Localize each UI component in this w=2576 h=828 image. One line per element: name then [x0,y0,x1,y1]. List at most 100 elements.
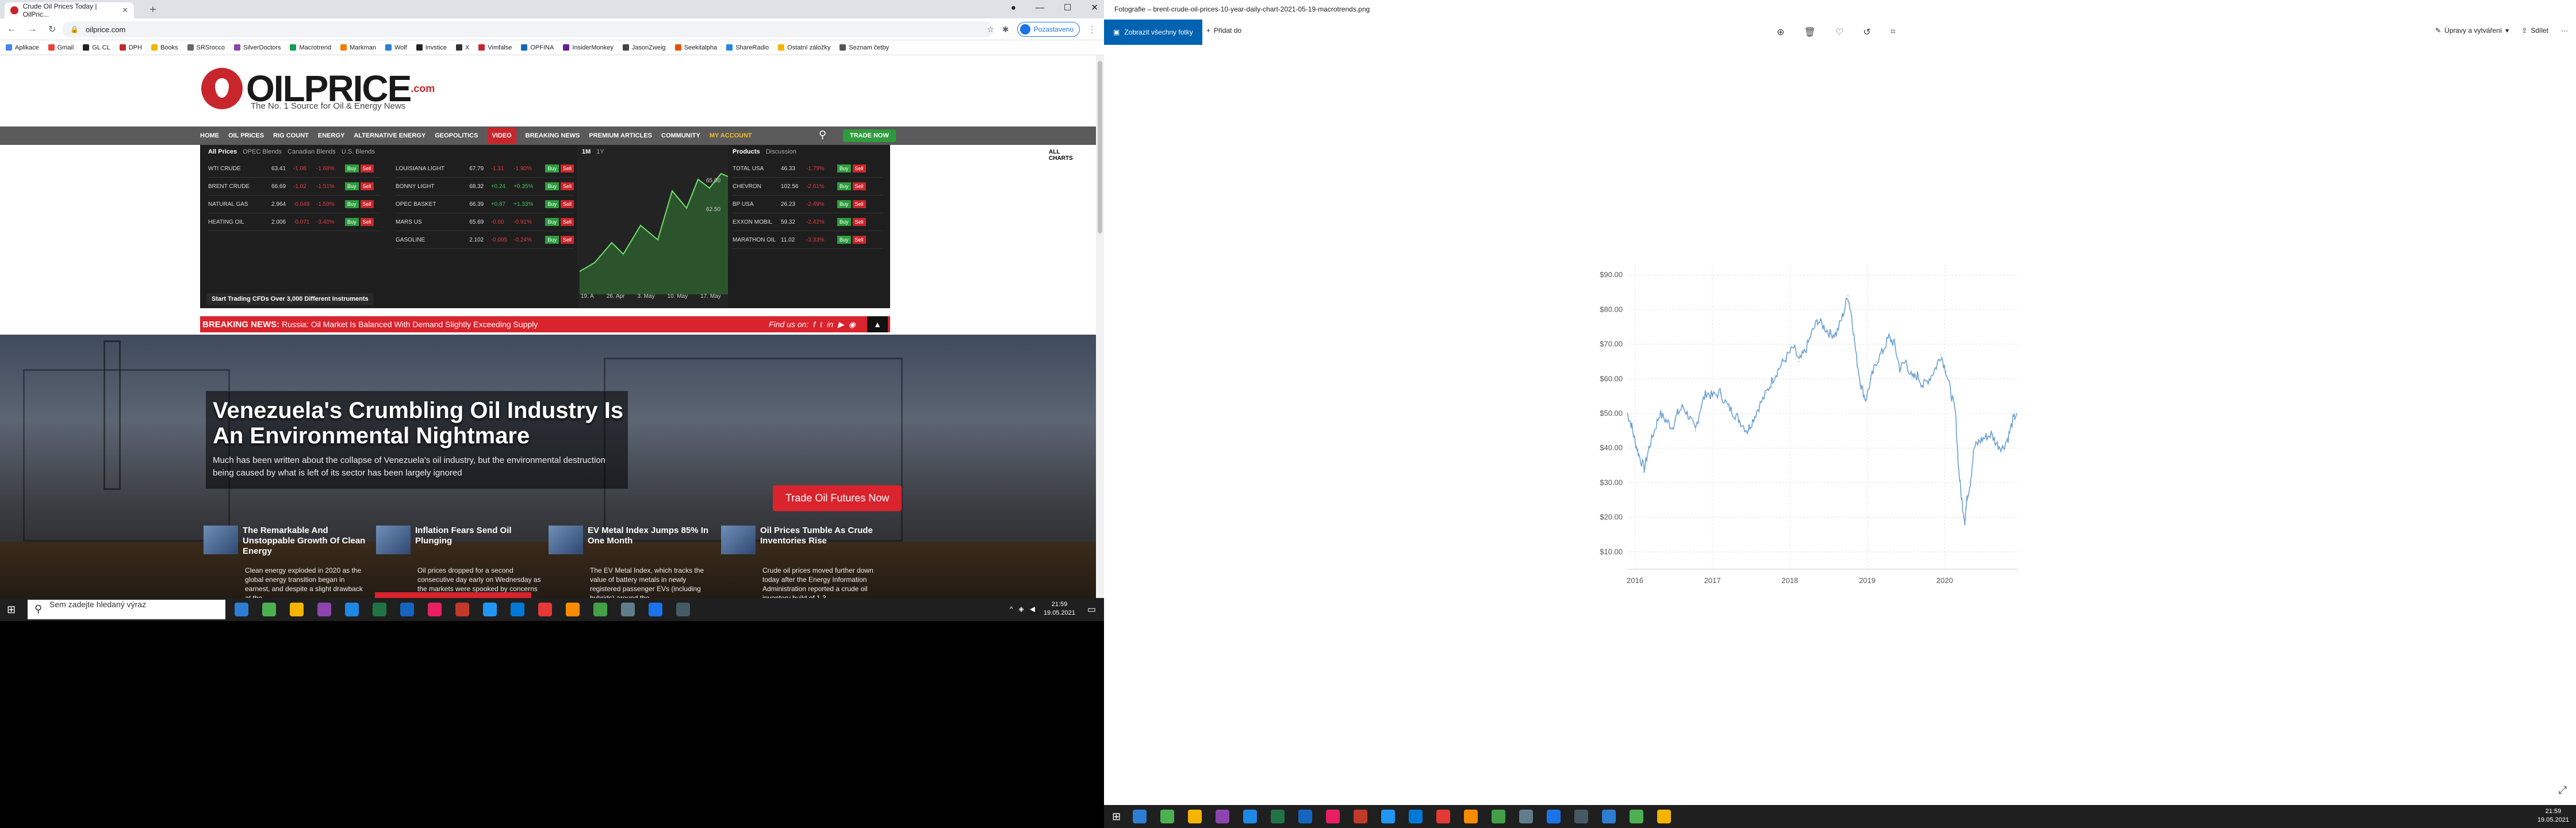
taskbar-app-icon[interactable] [1519,810,1533,823]
bookmark-item[interactable]: DPH [119,44,142,51]
article-title[interactable]: EV Metal Index Jumps 85% In One Month [588,526,714,546]
taskbar-app-icon[interactable] [373,603,386,616]
bookmark-item[interactable]: Aplikace [6,44,39,51]
share-button[interactable]: ⇪ Sdílet [2521,26,2548,34]
system-clock[interactable]: 21:59 19.05.2021 [2537,807,2569,825]
buy-button[interactable]: Buy [837,218,851,226]
buy-button[interactable]: Buy [837,200,851,208]
article-card[interactable]: Oil Prices Tumble As Crude Inventories R… [721,526,888,598]
expand-icon[interactable]: ⤢ [2559,784,2567,796]
taskbar-app-icon[interactable] [1188,810,1202,823]
taskbar-app-icon[interactable] [1354,810,1367,823]
menu-dots-icon[interactable]: ⋮ [1088,25,1096,34]
taskbar-app-icon[interactable] [538,603,552,616]
price-row[interactable]: NATURAL GAS 2.964 -0.048 -1.59% Buy Sell [208,195,381,213]
taskbar-app-icon[interactable] [566,603,580,616]
tab-item[interactable]: Products [733,148,760,155]
zoom-icon[interactable]: ⊕ [1777,26,1784,38]
buy-button[interactable]: Buy [345,182,359,190]
page-scrollbar[interactable] [1096,55,1104,598]
rss-icon[interactable]: ◉ [849,320,856,329]
bookmark-item[interactable]: Ostatní záložky [778,44,830,51]
article-thumbnail[interactable] [204,526,238,554]
cfd-banner[interactable]: Start Trading CFDs Over 3,000 Different … [207,293,373,305]
notifications-icon[interactable]: ▭ [1087,604,1096,615]
taskbar-app-icon[interactable] [400,603,414,616]
sell-button[interactable]: Sell [560,200,574,208]
bookmark-item[interactable]: Gmail [48,44,74,51]
buy-button[interactable]: Buy [545,182,559,190]
sell-button[interactable]: Sell [560,182,574,190]
taskbar-app-icon[interactable] [1657,810,1671,823]
article-thumbnail[interactable] [721,526,756,554]
sell-button[interactable]: Sell [852,236,866,244]
article-card[interactable]: Inflation Fears Send Oil Plunging Oil pri… [376,526,543,598]
buy-button[interactable]: Buy [545,218,559,226]
price-row[interactable]: GASOLINE 2.102 -0.005 -0.24% Buy Sell [396,231,574,249]
minimize-icon[interactable]: — [1036,3,1044,13]
nav-item[interactable]: BREAKING NEWS [526,132,580,139]
sell-button[interactable]: Sell [560,164,574,172]
buy-button[interactable]: Buy [545,164,559,172]
bookmark-item[interactable]: Markman [340,44,376,51]
nav-item[interactable]: RIG COUNT [273,132,309,139]
profile-button[interactable]: Pozastaveno [1017,22,1080,37]
taskbar-app-icon[interactable] [621,603,635,616]
nav-item[interactable]: MY ACCOUNT [710,132,752,139]
forward-icon[interactable]: → [28,24,37,34]
nav-item[interactable]: HOME [200,132,219,139]
price-row[interactable]: EXXON MOBIL 59.32 -2.42% Buy Sell [733,213,883,231]
collapse-icon[interactable]: ▲ [867,316,888,332]
volume-icon[interactable]: ◀ [1030,605,1035,613]
sell-button[interactable]: Sell [852,218,866,226]
price-row[interactable]: BRENT CRUDE 66.69 -1.02 -1.51% Buy Sell [208,178,381,195]
bookmark-item[interactable]: Vimfalse [478,44,512,51]
tab-item[interactable]: 1Y [596,148,604,155]
reload-icon[interactable]: ↻ [48,24,56,35]
price-row[interactable]: MARS US 65.69 -0.60 -0.91% Buy Sell [396,213,574,231]
favorite-icon[interactable]: ♡ [1835,26,1843,38]
buy-button[interactable]: Buy [545,236,559,244]
article-title[interactable]: Oil Prices Tumble As Crude Inventories R… [760,526,887,546]
price-row[interactable]: BP USA 26.23 -2.49% Buy Sell [733,195,883,213]
sell-button[interactable]: Sell [360,164,374,172]
trade-now-button[interactable]: TRADE NOW [843,129,896,142]
sell-button[interactable]: Sell [560,218,574,226]
system-clock[interactable]: 21:59 19.05.2021 [1044,600,1075,618]
tab-item[interactable]: Discussion [766,148,796,155]
hero-title[interactable]: Venezuela's Crumbling Oil Industry Is An… [213,398,627,448]
bookmark-item[interactable]: GL CL [83,44,110,51]
tab-item[interactable]: All Prices [208,148,237,155]
price-row[interactable]: TOTAL USA 46.33 -1.79% Buy Sell [733,160,883,178]
bookmark-item[interactable]: Macrotrend [290,44,331,51]
bookmark-item[interactable]: Wolf [385,44,407,51]
buy-button[interactable]: Buy [837,236,851,244]
windows-start-icon[interactable]: ⊞ [7,604,16,616]
sell-button[interactable]: Sell [852,200,866,208]
new-tab-icon[interactable]: + [150,3,156,17]
nav-item[interactable]: VIDEO [487,128,516,144]
article-thumbnail[interactable] [376,526,411,554]
delete-icon[interactable]: 🗑 [1804,26,1815,38]
add-to-button[interactable]: + Přidat do [1206,26,1241,34]
taskbar-app-icon[interactable] [593,603,607,616]
taskbar-app-icon[interactable] [1326,810,1340,823]
back-icon[interactable]: ← [7,24,16,34]
edit-create-button[interactable]: ✎ Úpravy a vytváření ▾ [2435,26,2509,34]
buy-button[interactable]: Buy [345,164,359,172]
price-row[interactable]: BONNY LIGHT 68.32 +0.24 +0.35% Buy Sell [396,178,574,195]
taskbar-app-icon[interactable] [511,603,524,616]
tray-chevron-icon[interactable]: ^ [1010,605,1013,613]
price-row[interactable]: HEATING OIL 2.006 -0.071 -3.40% Buy Sell [208,213,381,231]
close-window-icon[interactable]: ✕ [1091,2,1098,13]
taskbar-app-icon[interactable] [1409,810,1423,823]
taskbar-app-icon[interactable] [1271,810,1285,823]
address-bar[interactable]: 🔒 oilprice.com [62,21,994,37]
taskbar-app-icon[interactable] [1216,810,1229,823]
taskbar-app-icon[interactable] [428,603,442,616]
taskbar-app-icon[interactable] [1160,810,1174,823]
taskbar-app-icon[interactable] [649,603,662,616]
bookmark-item[interactable]: X [456,44,469,51]
extensions-icon[interactable]: ✱ [1002,25,1009,34]
facebook-icon[interactable]: f [813,320,815,329]
